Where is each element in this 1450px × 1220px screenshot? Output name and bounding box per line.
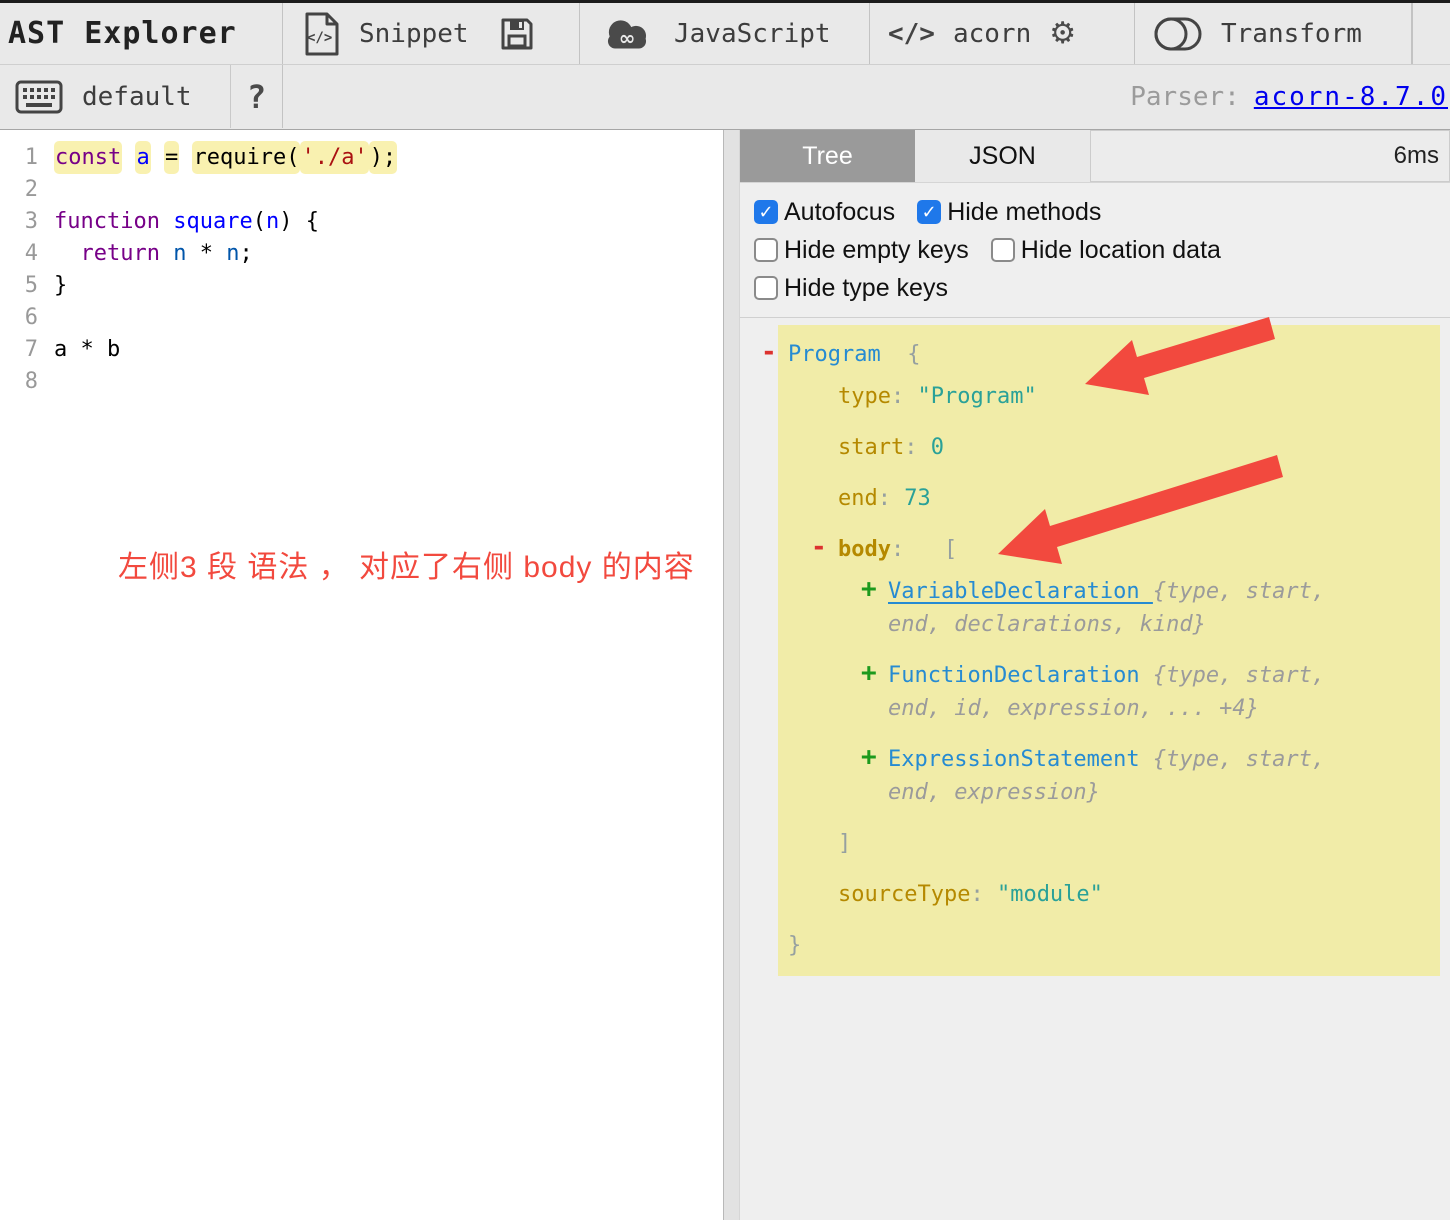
ast-panel: Tree JSON 6ms ✓ Autofocus ✓ Hide methods Hid… bbox=[740, 130, 1450, 1220]
timing-strip: 6ms bbox=[1090, 130, 1450, 182]
app-title-section: AST Explorer bbox=[0, 3, 283, 64]
tree-node-row: sourceType: "module" bbox=[838, 882, 1103, 907]
annotation-text: 左侧3 段 语法 ， 对应了右侧 body 的内容 bbox=[118, 551, 695, 584]
ast-node-name[interactable]: FunctionDeclaration bbox=[888, 663, 1140, 688]
parser-info: Parser: acorn-8.7.0 bbox=[1130, 65, 1450, 128]
option-label: Hide type keys bbox=[784, 273, 948, 302]
option-label: Hide location data bbox=[1020, 235, 1221, 264]
tab-tree[interactable]: Tree bbox=[740, 130, 915, 182]
language-button[interactable]: ∞ JavaScript bbox=[580, 3, 870, 64]
parser-caption: Parser: bbox=[1130, 81, 1240, 112]
toolbar-row-2: default ? Parser: acorn-8.7.0 bbox=[0, 65, 1450, 128]
line-number: 3 bbox=[24, 209, 38, 234]
line-number: 5 bbox=[24, 273, 38, 298]
code-line: 3 function square(n) { bbox=[0, 206, 723, 238]
option-hide-empty-keys[interactable]: Hide empty keys bbox=[754, 236, 969, 265]
parser-version-link[interactable]: acorn-8.7.0 bbox=[1254, 82, 1448, 112]
line-number: 7 bbox=[24, 337, 38, 362]
checkbox-unchecked-icon[interactable] bbox=[990, 238, 1015, 262]
expand-toggle-icon[interactable]: + bbox=[861, 742, 881, 772]
code-line: 8 bbox=[0, 366, 723, 398]
parser-settings-button[interactable]: </> acorn ⚙ bbox=[870, 3, 1135, 64]
snippet-button[interactable]: </> Snippet bbox=[283, 3, 580, 64]
language-label: JavaScript bbox=[674, 18, 831, 49]
parser-name-label: acorn bbox=[952, 18, 1032, 49]
code-editor[interactable]: 1 const a = require('./a'); 2 3 function squ… bbox=[0, 130, 723, 1220]
ast-node-name[interactable]: ExpressionStatement bbox=[888, 747, 1140, 772]
option-hide-type-keys[interactable]: Hide type keys bbox=[754, 274, 948, 303]
tree-node-row: start: 0 bbox=[838, 435, 944, 460]
checkbox-checked-icon[interactable]: ✓ bbox=[754, 200, 778, 224]
line-number: 2 bbox=[24, 177, 38, 202]
parse-timing: 6ms bbox=[1393, 142, 1439, 169]
code-line: 4 return n * n; bbox=[0, 238, 723, 270]
file-code-icon: </> bbox=[301, 11, 341, 57]
code-tag-icon: </> bbox=[888, 18, 935, 49]
checkbox-unchecked-icon[interactable] bbox=[754, 238, 778, 262]
keymap-label: default bbox=[82, 81, 192, 112]
keyboard-icon bbox=[14, 77, 64, 117]
tree-node-row: + FunctionDeclaration {type, start, end, i… bbox=[861, 658, 1326, 721]
collapse-toggle-icon[interactable]: - bbox=[761, 337, 781, 367]
tree-node-row: end: 73 bbox=[838, 486, 931, 511]
line-number: 8 bbox=[24, 369, 38, 394]
svg-text:</>: </> bbox=[307, 30, 332, 46]
toolbar-row-1: AST Explorer </> Snippet ∞ JavaScript </… bbox=[0, 3, 1450, 65]
code-line: 7a * b bbox=[0, 334, 723, 366]
tab-json[interactable]: JSON bbox=[915, 130, 1090, 182]
snippet-label: Snippet bbox=[359, 18, 469, 49]
checkbox-unchecked-icon[interactable] bbox=[754, 276, 778, 300]
ast-explorer-app: AST Explorer </> Snippet ∞ JavaScript </… bbox=[0, 0, 1450, 1220]
toolbar-spacer bbox=[1412, 3, 1450, 64]
expand-toggle-icon[interactable]: + bbox=[861, 658, 881, 688]
ast-treeview: - Program { type: "Program" start: 0 end: 73… bbox=[740, 318, 1450, 1219]
transform-label: Transform bbox=[1221, 18, 1362, 49]
toggle-icon bbox=[1153, 16, 1203, 52]
collapse-toggle-icon[interactable]: - bbox=[811, 532, 831, 562]
tree-node-row: - Program { bbox=[761, 337, 921, 367]
code-line: 5} bbox=[0, 270, 723, 302]
line-number: 1 bbox=[24, 145, 38, 170]
option-hide-location-data[interactable]: Hide location data bbox=[990, 235, 1221, 265]
tree-options: ✓ Autofocus ✓ Hide methods Hide empty keys Hi… bbox=[740, 183, 1450, 318]
ast-node-name[interactable]: VariableDeclaration bbox=[888, 579, 1153, 604]
gear-icon[interactable]: ⚙ bbox=[1049, 16, 1076, 51]
tree-node-row: + ExpressionStatement {type, start, end, e… bbox=[861, 742, 1326, 805]
tree-node-row: ] bbox=[838, 831, 852, 856]
cloud-icon: ∞ bbox=[598, 14, 656, 54]
tree-node-row: type: "Program" bbox=[838, 384, 1037, 409]
code-line: 6 bbox=[0, 302, 723, 334]
app-title: AST Explorer bbox=[8, 16, 237, 51]
option-hide-methods[interactable]: ✓ Hide methods bbox=[917, 198, 1101, 227]
panel-divider[interactable] bbox=[723, 130, 740, 1220]
tree-node-row: - body: [ bbox=[811, 532, 958, 562]
ast-tabbar: Tree JSON 6ms bbox=[740, 130, 1450, 183]
ast-tree-block: - Program { type: "Program" start: 0 end: 73… bbox=[761, 325, 1440, 976]
svg-text:∞: ∞ bbox=[619, 26, 636, 49]
transform-toggle-button[interactable]: Transform bbox=[1135, 3, 1412, 64]
tree-node-row: } bbox=[788, 933, 802, 958]
expand-toggle-icon[interactable]: + bbox=[861, 574, 881, 604]
ast-node-name[interactable]: Program bbox=[788, 342, 894, 367]
save-icon[interactable] bbox=[499, 16, 535, 52]
toolbar: AST Explorer </> Snippet ∞ JavaScript </… bbox=[0, 0, 1450, 130]
keymap-button[interactable]: default bbox=[0, 65, 230, 128]
option-autofocus[interactable]: ✓ Autofocus bbox=[754, 198, 895, 227]
help-button[interactable]: ? bbox=[230, 65, 283, 128]
option-label: Hide methods bbox=[947, 197, 1102, 226]
tree-node-row: + VariableDeclaration {type, start, end, d… bbox=[861, 574, 1326, 637]
line-number: 6 bbox=[24, 305, 38, 330]
code-line: 1 const a = require('./a'); bbox=[0, 141, 723, 174]
code-line: 2 bbox=[0, 174, 723, 206]
checkbox-checked-icon[interactable]: ✓ bbox=[917, 200, 942, 224]
option-label: Autofocus bbox=[784, 197, 896, 226]
line-number: 4 bbox=[24, 241, 38, 266]
option-label: Hide empty keys bbox=[784, 235, 969, 264]
help-question-mark: ? bbox=[246, 77, 267, 116]
